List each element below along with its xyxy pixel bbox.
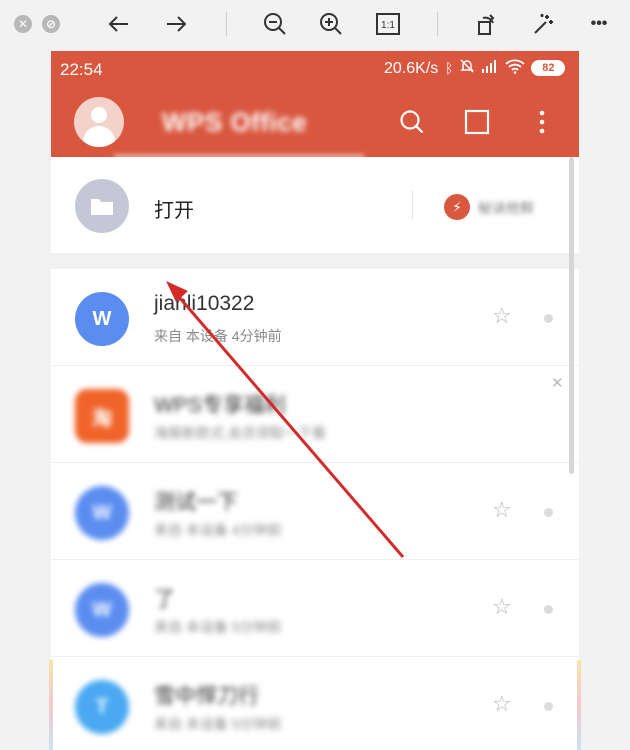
status-dot <box>544 605 553 614</box>
image-viewer-toolbar: ✕ ⊘ 1:1 ••• <box>0 0 630 48</box>
file-type-icon: W <box>75 486 129 540</box>
signal-icon <box>481 59 499 76</box>
avatar[interactable] <box>74 97 124 147</box>
magic-wand-icon[interactable] <box>528 10 558 38</box>
toolbar-divider <box>437 12 438 36</box>
avatar-body <box>83 126 115 147</box>
zoom-out-icon[interactable] <box>260 10 290 38</box>
status-bar: 22:54 20.6K/s ᛒ 82 <box>51 51 579 89</box>
open-label: 打开 <box>154 200 194 222</box>
avatar-head <box>91 107 107 123</box>
status-time: 22:54 <box>60 60 103 79</box>
list-item[interactable]: W 测试一下来自 本设备 4分钟前 ☆ <box>51 463 579 560</box>
lightning-icon[interactable]: ⚡ <box>444 194 470 220</box>
open-row-divider <box>412 190 413 220</box>
actual-size-icon[interactable]: 1:1 <box>373 10 403 38</box>
mute-icon <box>459 58 475 77</box>
star-icon[interactable]: ☆ <box>492 303 512 329</box>
list-item[interactable]: W 了来自 本设备 5分钟前 ☆ <box>51 560 579 657</box>
close-icon[interactable]: ✕ <box>14 15 32 33</box>
file-type-icon: T <box>75 680 129 734</box>
file-name: 了 <box>154 588 175 611</box>
more-vert-icon[interactable] <box>525 105 559 139</box>
file-meta: 来自 本设备 4分钟前 <box>154 328 282 344</box>
star-icon[interactable]: ☆ <box>492 594 512 620</box>
status-dot <box>544 702 553 711</box>
file-name: jianli10322 <box>154 292 255 315</box>
battery-indicator: 82 <box>531 59 566 76</box>
list-item[interactable]: 淘 WPS专享福利海报新款式,会员领取一下看 ✕ <box>51 366 579 463</box>
app-bar: WPS Office <box>51 89 579 159</box>
zoom-in-icon[interactable] <box>316 10 346 38</box>
close-icon[interactable]: ✕ <box>551 374 564 392</box>
file-meta: 来自 本设备 5分钟前 <box>154 619 282 635</box>
file-meta: 来自 本设备 5分钟前 <box>154 716 282 732</box>
status-dot <box>544 314 553 323</box>
background-stripe-right <box>577 660 581 750</box>
bluetooth-icon: ᛒ <box>445 59 454 76</box>
list-item[interactable]: T 雪中悍刀行来自 本设备 5分钟前 ☆ <box>51 657 579 750</box>
file-name: WPS专享福利 <box>154 394 286 417</box>
status-dot <box>544 508 553 517</box>
open-row[interactable]: 打开 ⚡ 秘诀抢鲜 <box>51 157 579 253</box>
search-icon[interactable] <box>395 105 429 139</box>
multi-window-icon[interactable] <box>460 105 494 139</box>
forward-arrow-icon[interactable] <box>161 10 191 38</box>
star-icon[interactable]: ☆ <box>492 691 512 717</box>
back-arrow-icon[interactable] <box>104 10 134 38</box>
file-name: 雪中悍刀行 <box>154 685 259 708</box>
background-stripe-left <box>49 660 53 750</box>
toolbar-divider <box>226 12 227 36</box>
folder-icon <box>75 179 129 233</box>
file-meta: 来自 本设备 4分钟前 <box>154 522 282 538</box>
file-type-icon: 淘 <box>75 389 129 443</box>
rotate-icon[interactable] <box>471 10 501 38</box>
minimize-icon[interactable]: ⊘ <box>42 15 60 33</box>
actual-size-label: 1:1 <box>381 20 395 31</box>
list-item[interactable]: Wjianli10322 来自 本设备 4分钟前 ☆ <box>51 269 579 366</box>
file-type-icon: W <box>75 583 129 637</box>
app-title: WPS Office <box>162 107 308 137</box>
more-icon[interactable]: ••• <box>584 10 614 38</box>
file-name: 测试一下 <box>154 491 238 514</box>
wifi-icon <box>505 58 526 77</box>
star-icon[interactable]: ☆ <box>492 497 512 523</box>
file-meta: 海报新款式,会员领取一下看 <box>154 425 326 441</box>
phone-screenshot: 22:54 20.6K/s ᛒ 82 WPS Office 打开 ⚡ 秘诀抢鲜 … <box>51 51 579 750</box>
promo-label[interactable]: 秘诀抢鲜 <box>478 198 534 218</box>
file-type-icon: W <box>75 292 129 346</box>
scrollbar[interactable] <box>569 157 574 474</box>
section-gap <box>51 253 579 269</box>
network-speed: 20.6K/s <box>384 60 439 77</box>
